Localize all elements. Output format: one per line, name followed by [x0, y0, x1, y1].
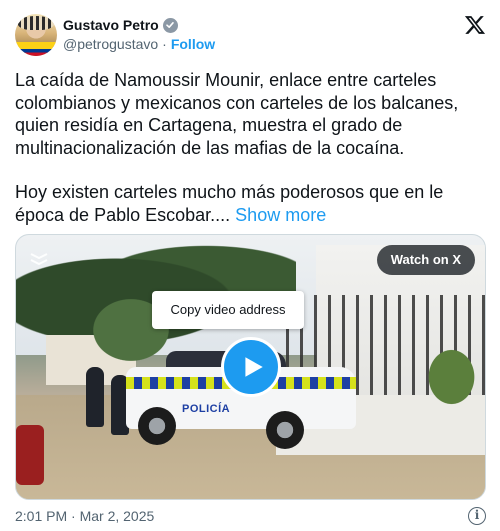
show-more-link[interactable]: Show more: [235, 205, 326, 225]
tweet-card: Gustavo Petro @petrogustavo · Follow La …: [0, 0, 500, 531]
avatar-hat: [18, 16, 54, 30]
video-scene-motorcycle: [16, 425, 44, 485]
author-name[interactable]: Gustavo Petro: [63, 17, 159, 33]
tweet-paragraph-2: Hoy existen carteles mucho más poderosos…: [15, 181, 490, 226]
avatar-flag: [15, 42, 57, 56]
watch-on-x-button[interactable]: Watch on X: [376, 245, 475, 275]
tweet-timestamp[interactable]: 2:01 PM · Mar 2, 2025: [15, 508, 154, 524]
video-scene-wheel: [138, 407, 176, 445]
video-scene-officer: [86, 367, 104, 427]
avatar[interactable]: [15, 14, 57, 56]
tweet-text: La caída de Namoussir Mounir, enlace ent…: [15, 69, 490, 248]
video-scene-truck-label: POLICÍA: [182, 403, 231, 415]
tweet-paragraph-1: La caída de Namoussir Mounir, enlace ent…: [15, 70, 459, 158]
video-scene-wheel: [266, 411, 304, 449]
tweet-paragraph-2-text: Hoy existen carteles mucho más poderosos…: [15, 182, 444, 225]
video-scene-bush: [416, 335, 485, 405]
author-name-row: Gustavo Petro: [63, 17, 178, 33]
video-player[interactable]: POLICÍA Watch on X Copy video address: [15, 234, 486, 500]
info-icon[interactable]: i: [468, 507, 486, 525]
author-handle-row: @petrogustavo · Follow: [63, 36, 215, 52]
verified-badge-icon: [162, 17, 178, 33]
x-logo-icon[interactable]: [464, 14, 486, 36]
follow-button[interactable]: Follow: [171, 36, 215, 52]
separator-dot: ·: [162, 36, 167, 52]
play-button[interactable]: [221, 337, 281, 397]
play-icon: [245, 357, 263, 377]
copy-video-address-menu-item[interactable]: Copy video address: [152, 291, 304, 329]
author-handle[interactable]: @petrogustavo: [63, 36, 158, 52]
video-watermark-icon: [30, 253, 48, 266]
